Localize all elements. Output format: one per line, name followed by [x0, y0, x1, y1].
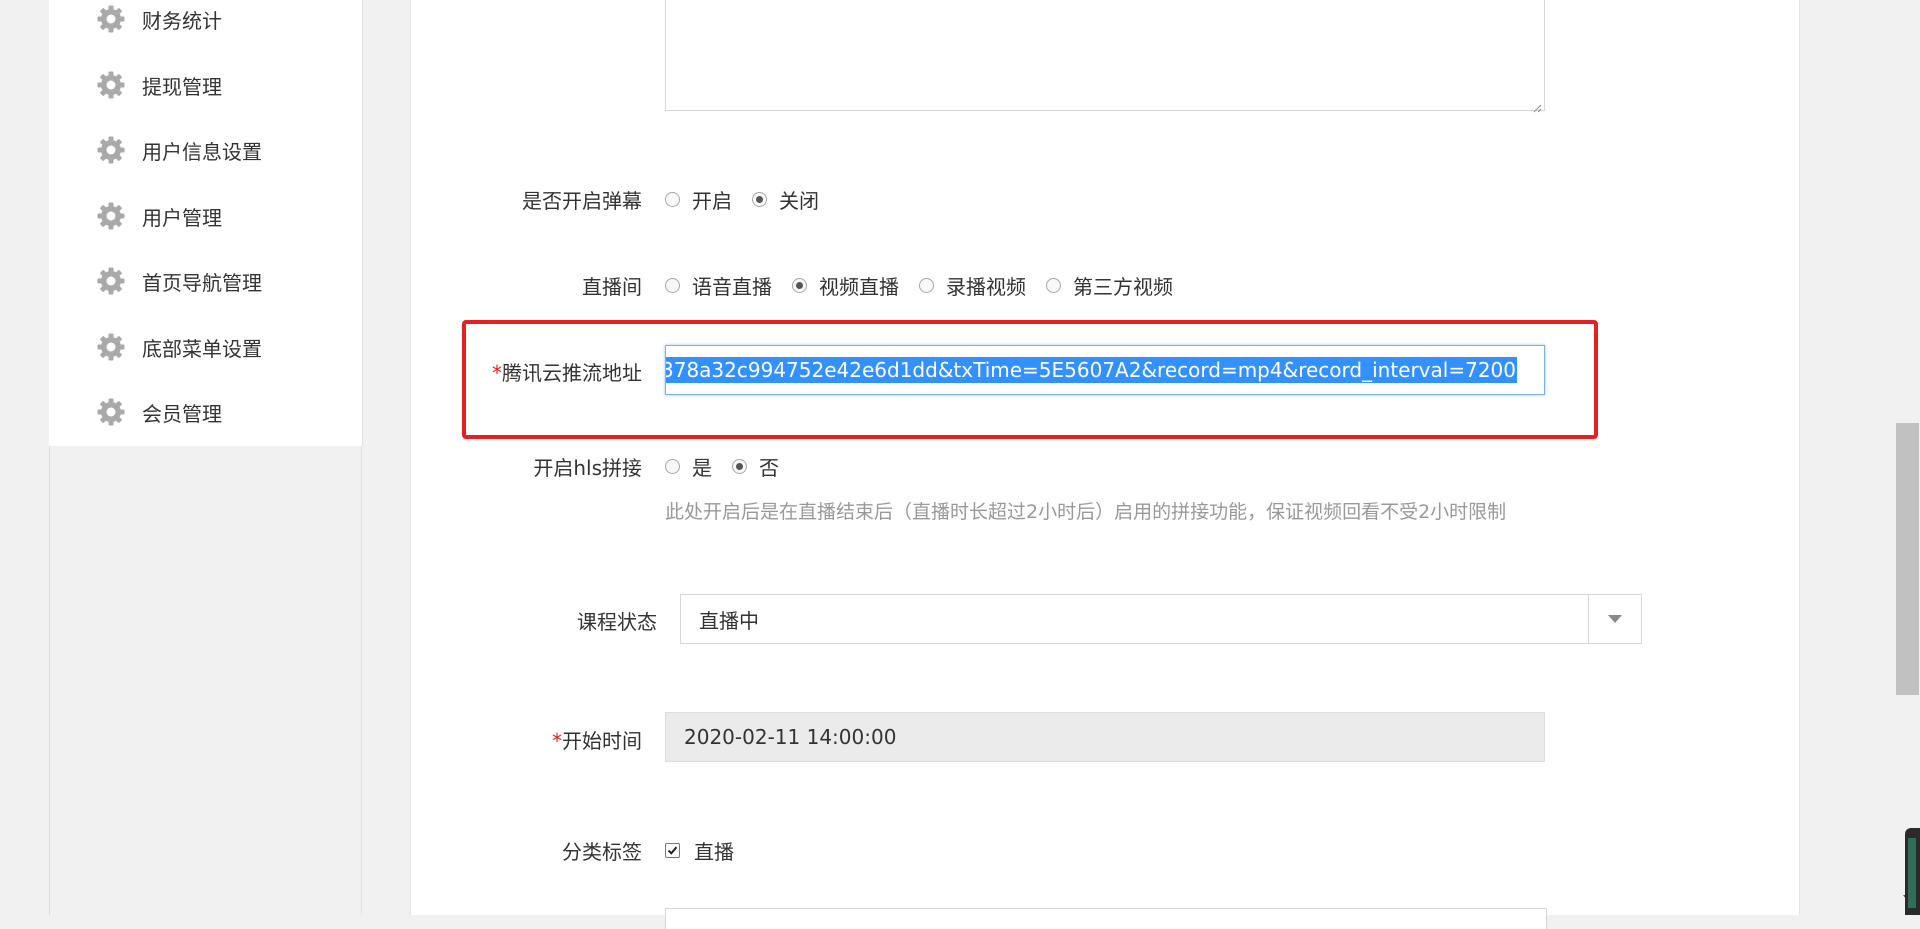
- push-url-value: 378a32c994752e42e6d1dd&txTime=5E5607A2&r…: [666, 357, 1517, 383]
- course-status-label: 课程状态: [577, 610, 657, 634]
- radio-label: 视频直播: [819, 275, 899, 299]
- start-time-label: *开始时间: [500, 725, 642, 754]
- danmu-radio-group: 开启 关闭: [665, 185, 839, 214]
- push-url-input[interactable]: 378a32c994752e42e6d1dd&txTime=5E5607A2&r…: [665, 345, 1545, 395]
- checkbox-label: 直播: [694, 840, 734, 864]
- widget-meter-icon: [1908, 838, 1916, 908]
- sidebar: 财务统计 提现管理 用户信息设置 用户管理 首页导航管理 底部菜单设置 会员管理: [49, 0, 363, 446]
- start-time-label-text: 开始时间: [562, 729, 642, 753]
- course-status-value: 直播中: [699, 608, 759, 633]
- gear-icon: [96, 266, 126, 296]
- radio-label: 开启: [692, 189, 732, 213]
- scrollbar-thumb[interactable]: [1896, 423, 1919, 695]
- gear-icon: [96, 135, 126, 165]
- next-field-input[interactable]: [665, 908, 1547, 929]
- sidebar-item-membership[interactable]: 会员管理: [96, 397, 222, 427]
- course-status-select[interactable]: 直播中: [680, 594, 1642, 644]
- sidebar-item-user-management[interactable]: 用户管理: [96, 201, 222, 231]
- radio-label: 关闭: [779, 189, 819, 213]
- radio-label: 语音直播: [692, 275, 772, 299]
- sidebar-item-label: 会员管理: [142, 401, 222, 426]
- sidebar-item-withdrawal[interactable]: 提现管理: [96, 70, 222, 100]
- sidebar-item-label: 财务统计: [142, 8, 222, 33]
- danmu-option-off-radio[interactable]: [752, 192, 767, 207]
- description-textarea[interactable]: [665, 0, 1545, 113]
- radio-label: 录播视频: [946, 275, 1026, 299]
- sidebar-empty-area: [49, 446, 362, 915]
- chevron-down-icon[interactable]: [1588, 595, 1641, 643]
- category-label: 分类标签: [562, 840, 642, 864]
- radio-label: 第三方视频: [1073, 275, 1173, 299]
- gear-icon: [96, 397, 126, 427]
- live-room-radio-group: 语音直播 视频直播 录播视频 第三方视频: [665, 271, 1193, 300]
- start-time-value: 2020-02-11 14:00:00: [684, 725, 897, 749]
- sidebar-item-label: 提现管理: [142, 74, 222, 99]
- push-url-label: *腾讯云推流地址: [470, 357, 642, 386]
- danmu-label: 是否开启弹幕: [522, 189, 642, 213]
- live-room-label: 直播间: [582, 275, 642, 299]
- hls-no-radio[interactable]: [732, 459, 747, 474]
- sidebar-item-home-nav[interactable]: 首页导航管理: [96, 266, 262, 296]
- live-room-voice-radio[interactable]: [665, 278, 680, 293]
- required-mark: *: [552, 729, 562, 753]
- start-time-input[interactable]: 2020-02-11 14:00:00: [665, 712, 1545, 762]
- live-room-recorded-radio[interactable]: [919, 278, 934, 293]
- hls-label: 开启hls拼接: [533, 456, 642, 480]
- live-room-video-radio[interactable]: [792, 278, 807, 293]
- sidebar-item-label: 首页导航管理: [142, 270, 262, 295]
- sidebar-item-label: 用户管理: [142, 205, 222, 230]
- floating-widget[interactable]: [1905, 828, 1920, 915]
- gear-icon: [96, 70, 126, 100]
- sidebar-item-bottom-menu[interactable]: 底部菜单设置: [96, 332, 262, 362]
- category-live-checkbox[interactable]: [665, 843, 680, 858]
- gear-icon: [96, 4, 126, 34]
- sidebar-item-user-info-settings[interactable]: 用户信息设置: [96, 135, 262, 165]
- hls-hint-text: 此处开启后是在直播结束后（直播时长超过2小时后）启用的拼接功能，保证视频回看不受…: [665, 501, 1507, 523]
- gear-icon: [96, 332, 126, 362]
- hls-yes-radio[interactable]: [665, 459, 680, 474]
- radio-label: 是: [692, 456, 712, 480]
- category-checkbox-row: 直播: [665, 836, 734, 865]
- sidebar-item-finance-stats[interactable]: 财务统计: [96, 4, 222, 34]
- live-room-third-party-radio[interactable]: [1046, 278, 1061, 293]
- push-url-label-text: 腾讯云推流地址: [502, 361, 642, 385]
- gear-icon: [96, 201, 126, 231]
- sidebar-item-label: 用户信息设置: [142, 139, 262, 164]
- resize-grip-icon[interactable]: [1532, 98, 1542, 113]
- danmu-option-on-radio[interactable]: [665, 192, 680, 207]
- required-mark: *: [492, 361, 502, 385]
- sidebar-item-label: 底部菜单设置: [142, 336, 262, 361]
- radio-label: 否: [759, 456, 779, 480]
- hls-radio-group: 是 否: [665, 452, 799, 481]
